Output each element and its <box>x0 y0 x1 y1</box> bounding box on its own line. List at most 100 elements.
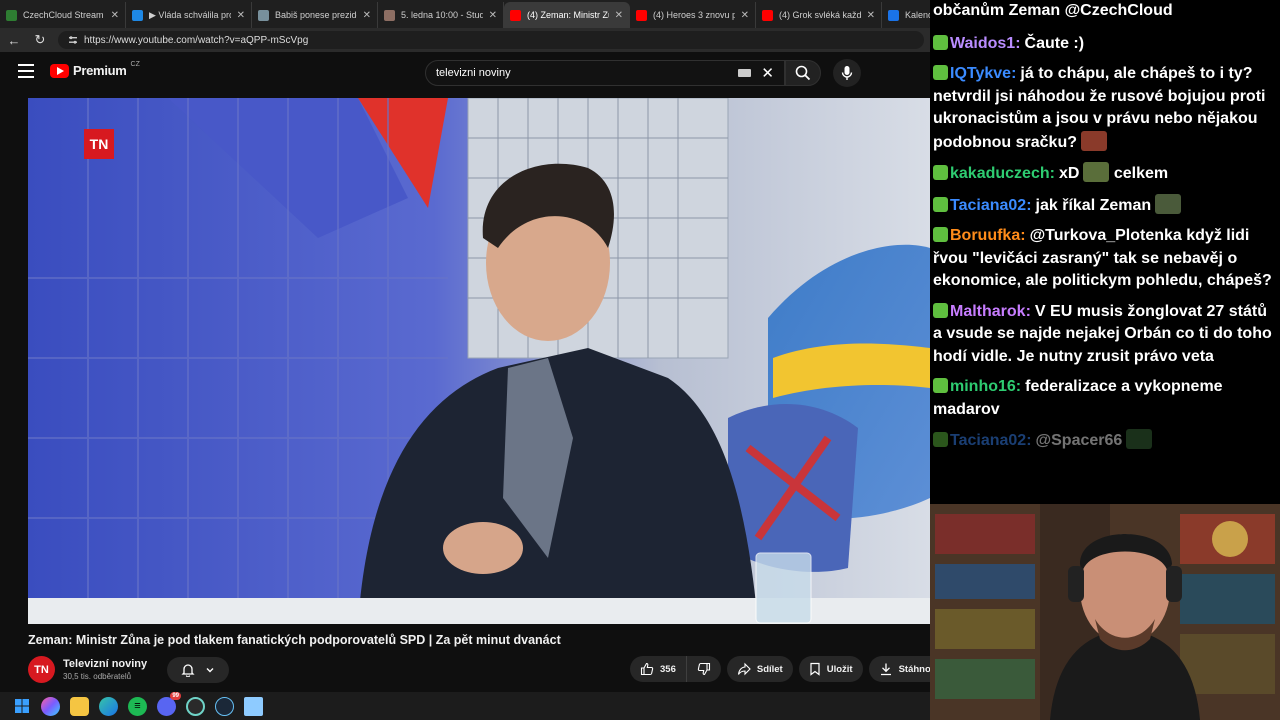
file-explorer-icon[interactable] <box>70 696 89 716</box>
channel-avatar[interactable]: TN <box>28 656 55 683</box>
chat-message: minho16: federalizace a vykopneme madarov <box>933 376 1277 421</box>
chat-text: xD <box>1058 165 1080 182</box>
webcam-feed <box>930 504 1280 720</box>
tab-close-icon[interactable]: ✕ <box>615 10 623 21</box>
chat-username: Taciana02: <box>950 196 1032 214</box>
spotify-icon[interactable]: ≡ <box>128 696 147 716</box>
video-frame <box>28 98 930 624</box>
video-player[interactable]: TN <box>28 98 930 624</box>
chat-badge-icon <box>933 34 948 50</box>
bell-icon <box>181 663 195 677</box>
tab-title: 5. ledna 10:00 - Studio C <box>401 10 483 20</box>
tab-close-icon[interactable]: ✕ <box>111 10 119 21</box>
chat-badge-icon <box>933 196 948 212</box>
tab-close-icon[interactable]: ✕ <box>741 10 749 21</box>
share-button[interactable]: Sdílet <box>726 656 793 682</box>
channel-name[interactable]: Televizní noviny <box>63 658 147 670</box>
youtube-logo-text: Premium <box>73 63 127 78</box>
tab-close-icon[interactable]: ✕ <box>363 10 371 21</box>
chat-message: Boruufka: @Turkova_Plotenka když lidi řvo… <box>933 225 1277 293</box>
tab-close-icon[interactable]: ✕ <box>489 10 497 21</box>
tab-title: (4) Zeman: Ministr Zůna <box>527 10 609 20</box>
app-icon[interactable] <box>41 696 60 716</box>
search-input[interactable]: televizni noviny ✕ <box>425 60 785 86</box>
browser-toolbar: ← ↻ https://www.youtube.com/watch?v=aQPP… <box>0 28 930 52</box>
chat-message: kakaduczech: xD celkem <box>933 162 1277 186</box>
tab-favicon-icon <box>762 9 773 21</box>
tab-favicon-icon <box>636 9 647 21</box>
discord-icon[interactable]: 99 <box>157 691 181 716</box>
discord-badge: 99 <box>170 691 181 700</box>
tab-close-icon[interactable]: ✕ <box>867 10 875 21</box>
reload-icon[interactable]: ↻ <box>32 32 48 48</box>
search-button[interactable] <box>785 60 821 86</box>
notification-bell-button[interactable] <box>167 656 230 683</box>
dislike-button[interactable] <box>685 656 721 682</box>
chat-message: Waidos1: Čaute :) <box>933 33 1277 56</box>
obs-icon[interactable] <box>186 696 205 716</box>
save-label: Uložit <box>826 663 853 675</box>
site-info-icon[interactable] <box>68 35 78 45</box>
windows-icon[interactable] <box>12 697 31 716</box>
chat-username: Maltharok: <box>950 302 1031 320</box>
tab-title: Babiš ponese prezidento <box>275 10 357 20</box>
thumbs-down-icon <box>697 662 710 676</box>
tab-close-icon[interactable]: ✕ <box>237 10 245 21</box>
chat-username: kakaduczech: <box>950 165 1055 182</box>
video-actions: 356 Sdílet Uložit Stáhnout <box>630 656 950 682</box>
chat-badge-icon <box>933 302 948 318</box>
browser-tab[interactable]: Kalend✕ <box>882 2 930 28</box>
back-icon[interactable]: ← <box>6 33 22 48</box>
keyboard-icon[interactable] <box>738 69 752 77</box>
steam-icon[interactable] <box>215 696 234 716</box>
chat-username: Taciana02: <box>950 432 1032 449</box>
browser-tab[interactable]: (4) Zeman: Ministr Zůna ✕ <box>504 2 630 28</box>
voice-search-button[interactable] <box>833 59 861 87</box>
address-bar[interactable]: https://www.youtube.com/watch?v=aQPP-mSc… <box>58 31 924 49</box>
notepad-icon[interactable] <box>244 696 263 716</box>
webcam-image <box>930 504 1280 720</box>
chat-username: Waidos1: <box>950 34 1021 52</box>
tab-favicon-icon <box>258 9 269 21</box>
chat-username: IQTykve: <box>950 65 1017 82</box>
youtube-logo[interactable]: Premium CZ <box>50 61 140 78</box>
share-icon <box>737 662 751 676</box>
tab-title: (4) Heroes 3 znovu překv <box>653 10 735 20</box>
youtube-play-icon <box>50 63 69 78</box>
menu-icon[interactable] <box>18 64 34 78</box>
save-button[interactable]: Uložit <box>798 656 863 682</box>
browser-tab[interactable]: 5. ledna 10:00 - Studio C ✕ <box>378 2 504 28</box>
clear-search-icon[interactable]: ✕ <box>761 64 774 82</box>
chat-username: minho16: <box>950 378 1022 395</box>
chat-messages: Waidos1: Čaute :) IQTykve: já to chápu, ale… <box>933 33 1277 453</box>
browser-tab[interactable]: CzechCloud Stream - Wa ✕ <box>0 2 126 28</box>
browser-tab[interactable]: (4) Heroes 3 znovu překv ✕ <box>630 2 756 28</box>
browser-tab[interactable]: ▶ Vláda schválila progra ✕ <box>126 2 252 28</box>
chat-emote-icon <box>1081 130 1107 151</box>
tab-title: Kalend <box>905 10 930 20</box>
chat-badge-icon <box>933 432 948 447</box>
subscriber-count: 30,5 tis. odběratelů <box>63 672 132 681</box>
tab-favicon-icon <box>510 9 521 21</box>
browser-tab[interactable]: Babiš ponese prezidento ✕ <box>252 2 378 28</box>
browser-tab-bar: CzechCloud Stream - Wa✕▶ Vláda schválila… <box>0 0 930 28</box>
youtube-header: Premium CZ televizni noviny ✕ <box>0 52 930 92</box>
chat-username: Boruufka: <box>950 227 1026 244</box>
like-button[interactable]: 356 <box>630 656 686 682</box>
bookmark-icon <box>810 662 820 676</box>
chat-message: Taciana02: jak říkal Zeman <box>933 193 1277 218</box>
chat-text: Čaute :) <box>1024 34 1085 52</box>
like-count: 356 <box>660 663 676 675</box>
chat-message: Maltharok: V EU musis žonglovat 27 států … <box>933 301 1277 369</box>
windows-taskbar: ≡ 99 <box>0 691 930 720</box>
thumbs-up-icon <box>640 662 654 676</box>
microphone-icon <box>841 66 853 80</box>
edge-icon[interactable] <box>99 696 118 716</box>
chat-emote-icon <box>1083 162 1110 182</box>
browser-tab[interactable]: (4) Grok svléká každého, ✕ <box>756 2 882 28</box>
channel-info: TN Televizní noviny 30,5 tis. odběratelů <box>28 656 230 683</box>
download-icon <box>880 663 891 676</box>
chat-message: Taciana02: @Spacer66 <box>933 429 1277 453</box>
chat-text-after: celkem <box>1113 165 1169 182</box>
chat-message: IQTykve: já to chápu, ale chápeš to i ty?… <box>933 63 1277 154</box>
